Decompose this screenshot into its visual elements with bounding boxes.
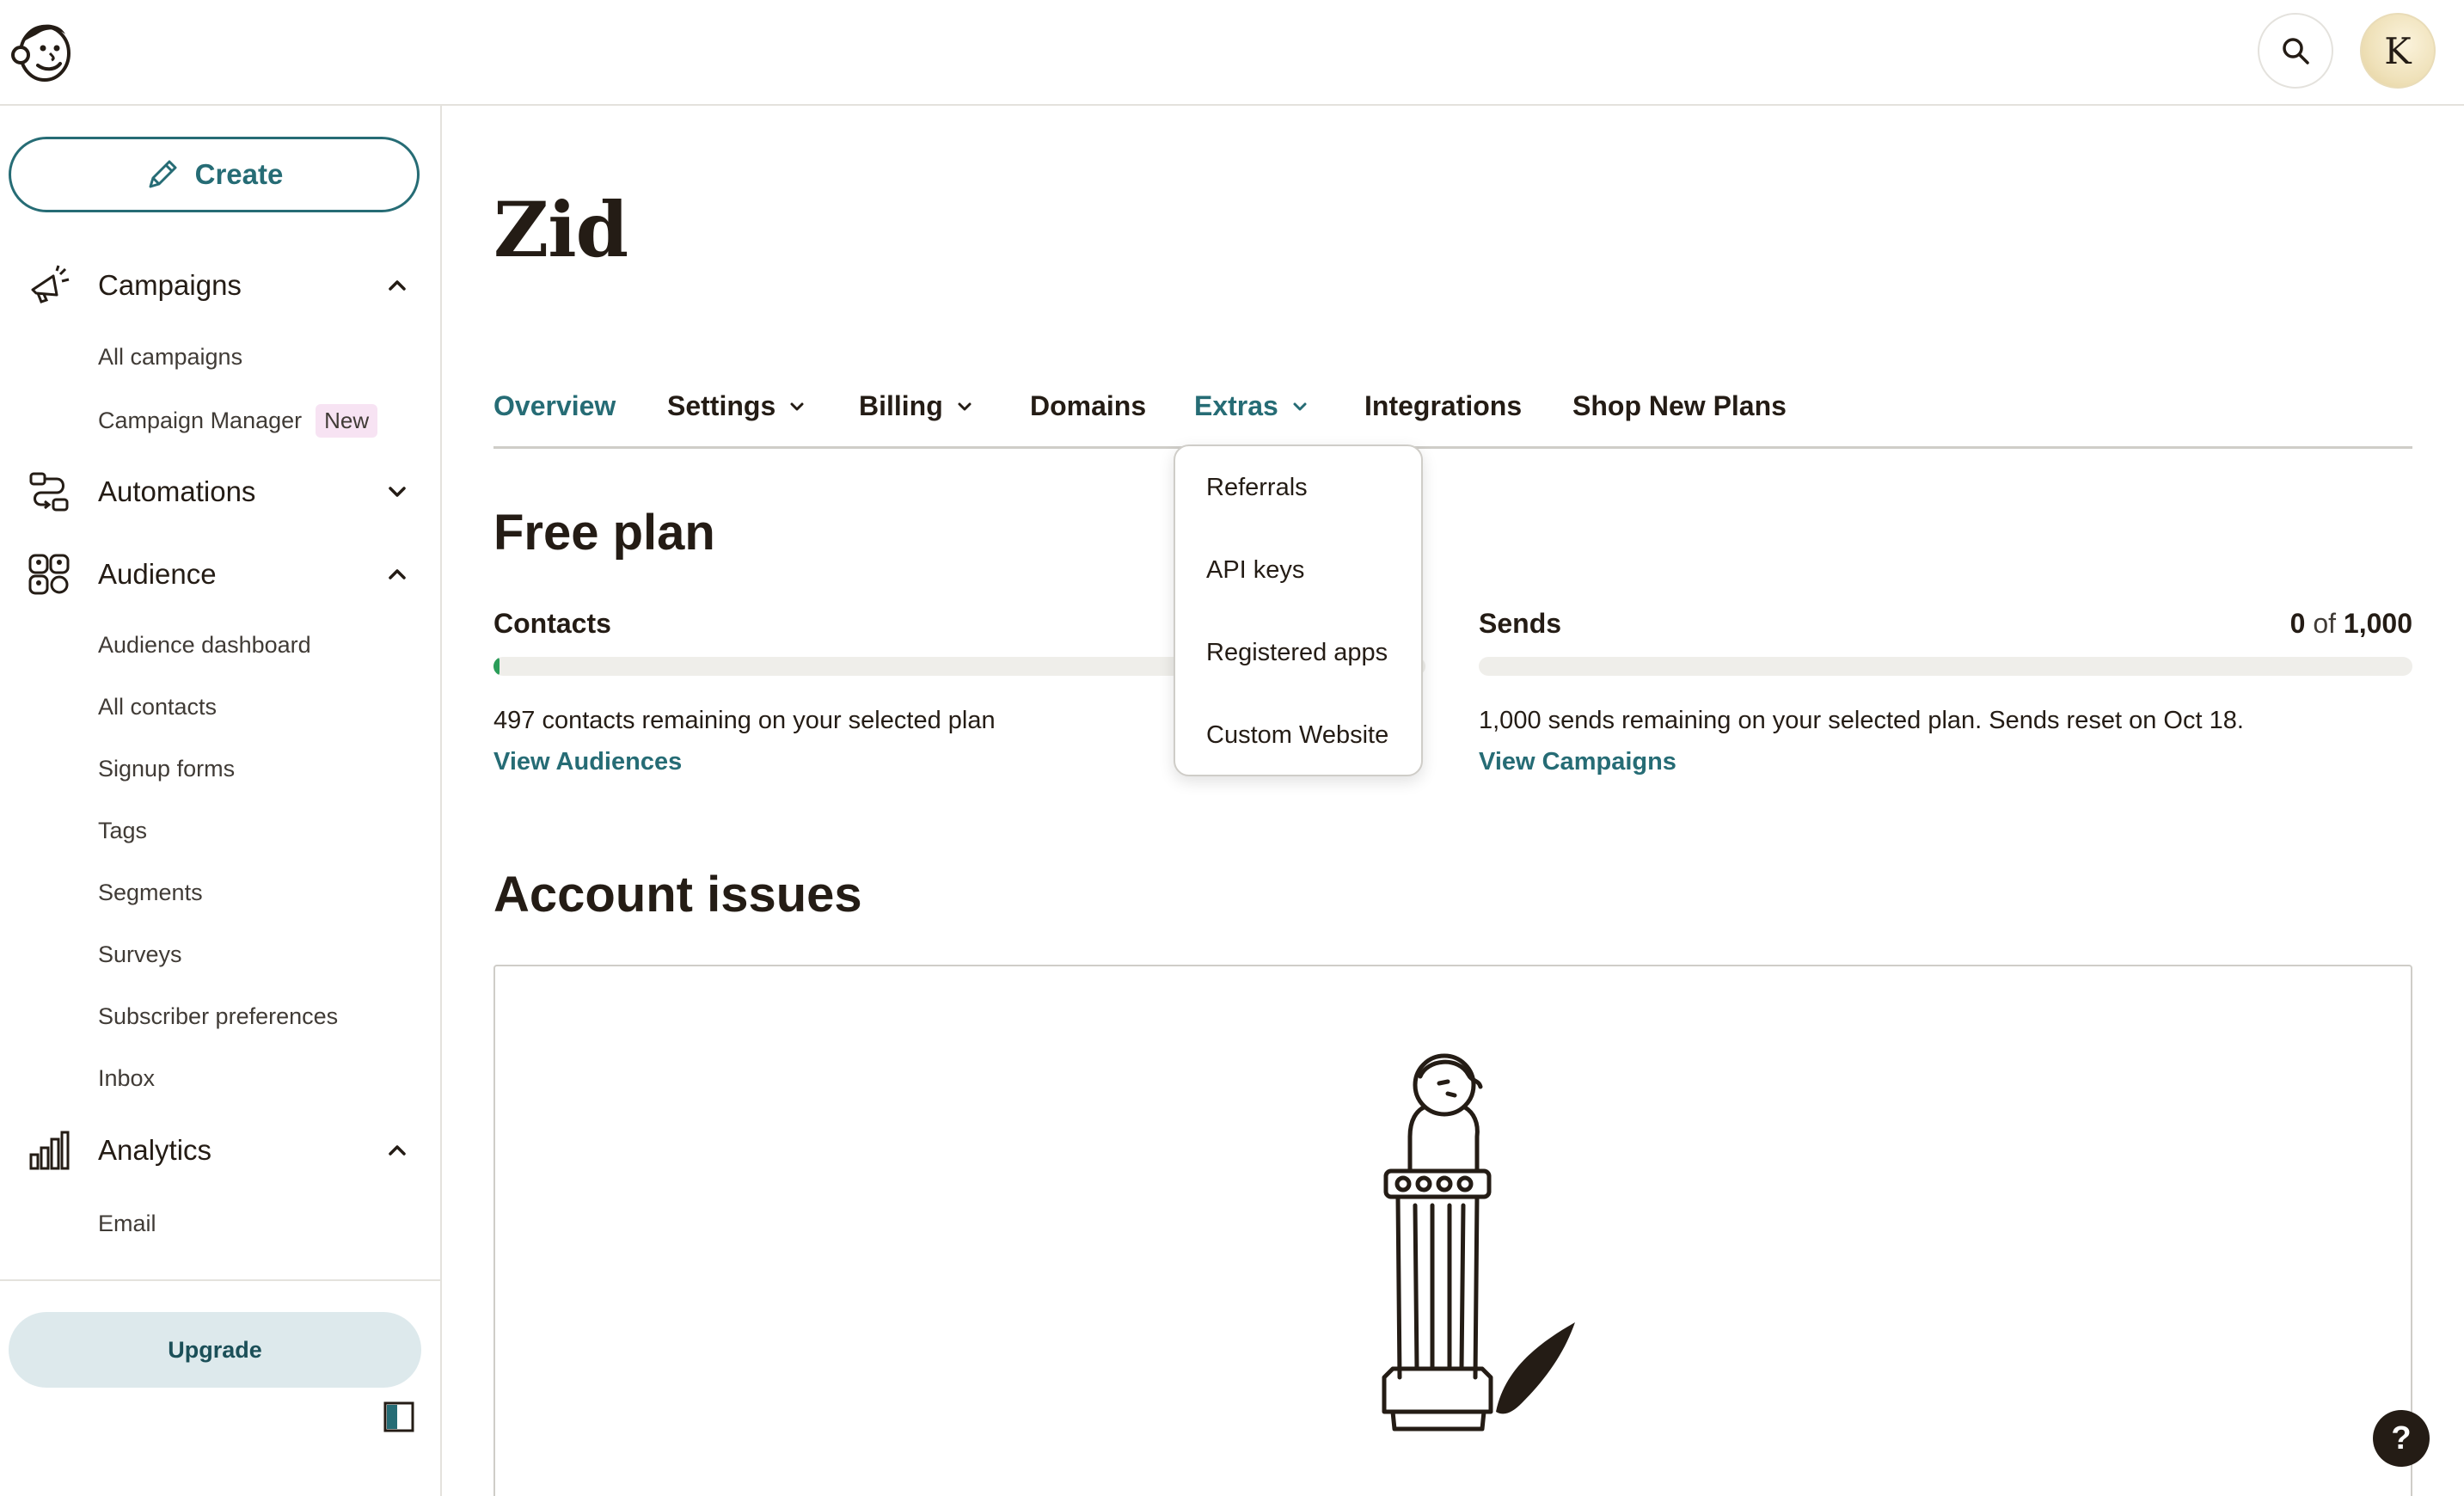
account-tabs: Overview Settings Billing Domains Extras… bbox=[493, 378, 2412, 449]
contacts-remaining-text: 497 contacts remaining on your selected … bbox=[493, 707, 996, 734]
sidebar-section-label: Campaigns bbox=[98, 269, 242, 301]
tab-label: Shop New Plans bbox=[1572, 390, 1787, 421]
sidebar-item-subscriber-preferences[interactable]: Subscriber preferences bbox=[98, 1003, 338, 1030]
top-bar: K bbox=[0, 0, 2464, 106]
tab-label: Extras bbox=[1194, 390, 1278, 421]
sidebar-item-all-contacts[interactable]: All contacts bbox=[98, 694, 217, 720]
menu-item-registered-apps[interactable]: Registered apps bbox=[1206, 639, 1388, 667]
tab-label: Integrations bbox=[1364, 390, 1523, 421]
sidebar-section-label: Audience bbox=[98, 558, 217, 590]
sends-count: 0 of 1,000 bbox=[2290, 608, 2412, 640]
tab-label: Domains bbox=[1030, 390, 1147, 421]
pencil-icon bbox=[149, 160, 177, 188]
chevron-down-icon bbox=[790, 402, 804, 410]
sidebar-section-automations[interactable]: Automations bbox=[0, 457, 440, 526]
menu-item-custom-website[interactable]: Custom Website bbox=[1206, 721, 1388, 750]
sidebar-item-label: Campaign Manager bbox=[98, 408, 303, 433]
sidebar-item-tags[interactable]: Tags bbox=[98, 818, 147, 844]
chevron-up-icon[interactable] bbox=[385, 1138, 409, 1162]
sends-progress-bar bbox=[1479, 657, 2412, 676]
chevron-up-icon[interactable] bbox=[385, 562, 409, 586]
sidebar-section-campaigns[interactable]: Campaigns bbox=[0, 251, 440, 320]
search-button[interactable] bbox=[2258, 13, 2333, 89]
chevron-down-icon[interactable] bbox=[385, 480, 409, 504]
menu-item-api-keys[interactable]: API keys bbox=[1206, 556, 1304, 585]
extras-dropdown-menu: Referrals API keys Registered apps Custo… bbox=[1174, 445, 1423, 776]
automations-icon bbox=[29, 472, 69, 512]
sidebar-item-signup-forms[interactable]: Signup forms bbox=[98, 756, 235, 782]
sidebar-section-analytics[interactable]: Analytics bbox=[0, 1116, 440, 1185]
sidebar-item-surveys[interactable]: Surveys bbox=[98, 941, 182, 968]
sends-label: Sends bbox=[1479, 608, 1562, 639]
sidebar-item-all-campaigns[interactable]: All campaigns bbox=[98, 344, 242, 371]
tab-integrations[interactable]: Integrations bbox=[1364, 390, 1522, 422]
sidebar-item-campaign-manager[interactable]: Campaign Manager New bbox=[98, 404, 378, 438]
column-bust-illustration bbox=[1382, 1053, 1575, 1432]
sidebar-footer: Upgrade bbox=[0, 1279, 440, 1496]
tab-domains[interactable]: Domains bbox=[1030, 390, 1146, 422]
tab-settings[interactable]: Settings bbox=[667, 390, 806, 422]
sidebar-item-segments[interactable]: Segments bbox=[98, 880, 203, 906]
tab-label: Overview bbox=[493, 390, 616, 421]
page-title: Zid bbox=[493, 185, 628, 274]
sidebar-section-label: Automations bbox=[98, 475, 256, 507]
audience-icon bbox=[28, 554, 70, 595]
sends-limit: 1,000 bbox=[2343, 608, 2412, 639]
sends-remaining-text: 1,000 sends remaining on your selected p… bbox=[1479, 707, 2244, 734]
sends-used: 0 bbox=[2289, 608, 2306, 639]
view-campaigns-link[interactable]: View Campaigns bbox=[1479, 748, 1676, 776]
sidebar-item-audience-dashboard[interactable]: Audience dashboard bbox=[98, 632, 311, 659]
tab-billing[interactable]: Billing bbox=[859, 390, 974, 422]
sidebar-section-label: Analytics bbox=[98, 1134, 212, 1166]
contacts-label: Contacts bbox=[493, 608, 611, 639]
chevron-down-icon bbox=[1293, 402, 1307, 410]
tab-shop-new-plans[interactable]: Shop New Plans bbox=[1572, 390, 1787, 422]
sidebar: Create Campaigns All campaigns Campaign … bbox=[0, 106, 442, 1496]
contacts-progress-fill bbox=[493, 657, 500, 676]
mailchimp-logo-icon[interactable] bbox=[9, 15, 77, 84]
megaphone-icon bbox=[31, 265, 70, 303]
create-button[interactable]: Create bbox=[9, 137, 420, 212]
sends-of: of bbox=[2313, 608, 2337, 639]
sidebar-section-audience[interactable]: Audience bbox=[0, 540, 440, 609]
search-icon bbox=[2283, 38, 2309, 64]
create-label: Create bbox=[194, 158, 284, 190]
sidebar-item-inbox[interactable]: Inbox bbox=[98, 1065, 155, 1092]
new-badge: New bbox=[316, 404, 378, 438]
view-audiences-link[interactable]: View Audiences bbox=[493, 748, 682, 776]
sidebar-item-email[interactable]: Email bbox=[98, 1211, 156, 1237]
upgrade-button[interactable]: Upgrade bbox=[9, 1312, 421, 1388]
chevron-up-icon[interactable] bbox=[385, 273, 409, 297]
chevron-down-icon bbox=[958, 402, 972, 410]
menu-item-referrals[interactable]: Referrals bbox=[1206, 474, 1308, 502]
tab-extras[interactable]: Extras bbox=[1194, 390, 1309, 422]
help-button[interactable]: ? bbox=[2373, 1410, 2430, 1467]
tab-overview[interactable]: Overview bbox=[493, 390, 616, 422]
bar-chart-icon bbox=[29, 1131, 70, 1170]
avatar[interactable]: K bbox=[2360, 13, 2436, 89]
tab-label: Settings bbox=[667, 390, 776, 421]
plan-title: Free plan bbox=[493, 505, 715, 561]
tab-label: Billing bbox=[859, 390, 943, 421]
account-issues-title: Account issues bbox=[493, 867, 862, 923]
collapse-sidebar-icon[interactable] bbox=[383, 1401, 414, 1432]
